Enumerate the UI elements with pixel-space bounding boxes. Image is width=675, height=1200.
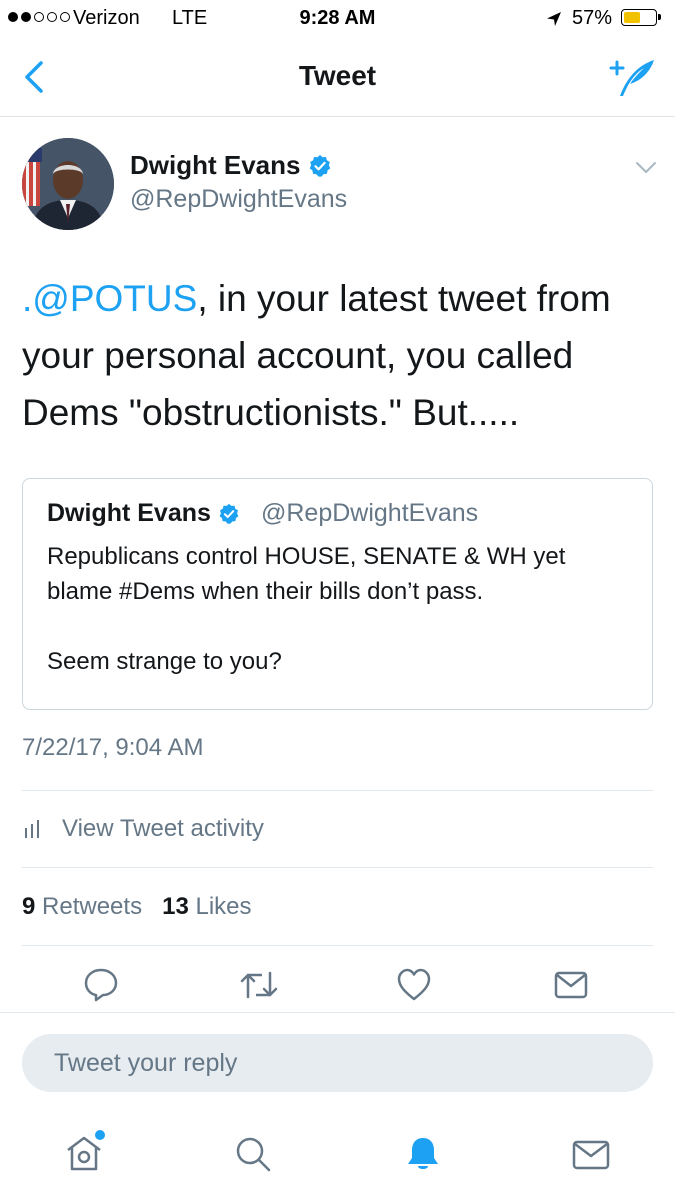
author-avatar[interactable] xyxy=(22,138,114,230)
home-icon[interactable] xyxy=(64,1134,104,1174)
mention-link[interactable]: .@POTUS xyxy=(22,278,197,319)
author-name[interactable]: Dwight Evans xyxy=(130,150,300,181)
reply-placeholder[interactable]: Tweet your reply xyxy=(54,1049,237,1078)
search-icon[interactable] xyxy=(233,1134,273,1174)
battery-icon xyxy=(621,9,661,26)
battery-percentage: 57% xyxy=(572,7,613,29)
chevron-down-icon[interactable] xyxy=(634,160,658,176)
reply-icon[interactable] xyxy=(82,966,120,1004)
quoted-author-name: Dwight Evans xyxy=(47,499,211,527)
verified-badge-icon xyxy=(310,154,331,177)
engagement-stats: 9 Retweets 13 Likes xyxy=(22,893,252,921)
view-tweet-activity-button[interactable]: View Tweet activity xyxy=(22,815,264,843)
divider xyxy=(22,945,653,946)
divider xyxy=(22,790,653,791)
view-tweet-activity-label: View Tweet activity xyxy=(62,815,264,842)
quoted-tweet-card[interactable]: Dwight Evans @RepDwightEvans Republicans… xyxy=(22,478,653,710)
divider xyxy=(0,1012,675,1013)
quoted-author-handle: @RepDwightEvans xyxy=(261,499,479,527)
navigation-bar: Tweet xyxy=(0,38,675,117)
like-icon[interactable] xyxy=(395,966,433,1004)
messages-icon[interactable] xyxy=(571,1134,611,1174)
author-handle[interactable]: @RepDwightEvans xyxy=(130,185,347,214)
retweet-icon[interactable] xyxy=(238,966,280,1004)
quoted-tweet-text: Republicans control HOUSE, SENATE & WH y… xyxy=(47,543,566,675)
new-content-dot xyxy=(95,1130,105,1140)
page-title: Tweet xyxy=(298,60,377,91)
direct-message-icon[interactable] xyxy=(552,966,590,1004)
retweets-count[interactable]: 9 xyxy=(22,893,35,920)
status-bar: Verizon LTE 9:28 AM 57% xyxy=(0,0,675,38)
likes-count[interactable]: 13 xyxy=(162,893,189,920)
reply-input[interactable]: Tweet your reply xyxy=(22,1034,653,1092)
notifications-icon[interactable] xyxy=(403,1134,443,1174)
quoted-author-row: Dwight Evans xyxy=(47,499,240,528)
divider xyxy=(22,867,653,868)
location-arrow-icon xyxy=(547,12,561,26)
compose-tweet-icon[interactable] xyxy=(608,56,656,98)
retweets-label[interactable]: Retweets xyxy=(42,893,142,920)
verified-badge-icon xyxy=(219,503,239,524)
bar-chart-icon xyxy=(25,820,39,838)
author-name-row[interactable]: Dwight Evans xyxy=(130,150,332,181)
tweet-timestamp: 7/22/17, 9:04 AM xyxy=(22,734,204,761)
likes-label[interactable]: Likes xyxy=(195,893,251,920)
portrait-image xyxy=(22,138,114,230)
tweet-text: .@POTUS, in your latest tweet from your … xyxy=(22,270,642,441)
